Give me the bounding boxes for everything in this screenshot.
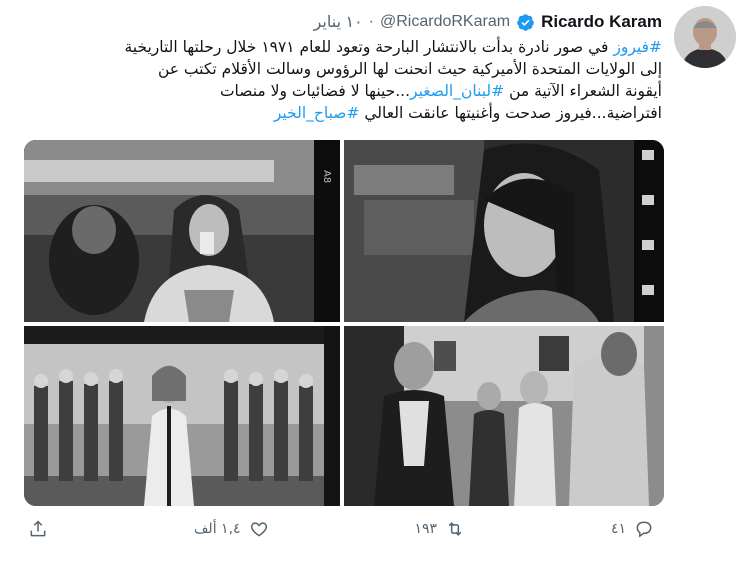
retweet-icon: [448, 522, 462, 536]
svg-text:A8: A8: [321, 170, 332, 183]
retweet-button[interactable]: ١٩٣: [414, 519, 465, 539]
like-icon: [250, 522, 267, 537]
avatar[interactable]: [674, 6, 736, 68]
like-button[interactable]: ١,٤ ألف: [194, 519, 269, 539]
hashtag-fairuz[interactable]: #فيروز: [613, 38, 662, 56]
tweet-text-segment: أيقونة الشعراء الآتية من: [504, 82, 662, 100]
tweet-header: Ricardo Karam @RicardoRKaram · ١٠ يناير: [314, 10, 662, 34]
hashtag-good-morning[interactable]: #صباح_الخير: [274, 104, 360, 122]
tweet-line-2: إلى الولايات المتحدة الأميركية حيث انحنت…: [22, 58, 662, 80]
verified-badge-icon: [517, 13, 534, 31]
retweet-count: ١٩٣: [414, 521, 438, 537]
reply-button[interactable]: ٤١: [611, 519, 654, 539]
reply-count: ٤١: [610, 521, 626, 537]
tweet-line-4: افتراضية...فيروز صدحت وأغنيتها عانقت الع…: [22, 102, 662, 124]
share-button[interactable]: [28, 519, 48, 539]
hashtag-little-lebanon[interactable]: #لبنان_الصغير: [410, 82, 504, 100]
share-icon: [30, 520, 46, 537]
tweet-actions: ٤١ ١٩٣ ١,٤ ألف: [24, 514, 664, 544]
media-grid: A8: [24, 140, 664, 506]
reply-icon: [636, 521, 652, 538]
tweet-line-1: #فيروز في صور نادرة بدأت بالانتشار البار…: [22, 36, 662, 58]
photo-singer-at-microphone-with-dancers[interactable]: [24, 326, 340, 506]
tweet-text: #فيروز في صور نادرة بدأت بالانتشار البار…: [22, 36, 662, 124]
tweet-text-segment: في صور نادرة بدأت بالانتشار البارحة وتعو…: [124, 38, 614, 56]
tweet-text-segment: إلى الولايات المتحدة الأميركية حيث انحنت…: [157, 60, 662, 78]
photo-woman-portrait-profile[interactable]: [344, 140, 664, 322]
user-name[interactable]: Ricardo Karam: [541, 12, 662, 32]
tweet-card: Ricardo Karam @RicardoRKaram · ١٠ يناير …: [0, 0, 750, 565]
tweet-date[interactable]: ١٠ يناير: [314, 12, 363, 32]
separator-dot: ·: [368, 13, 374, 30]
tweet-text-segment: افتراضية...فيروز صدحت وأغنيتها عانقت الع…: [359, 104, 662, 122]
tweet-line-3: أيقونة الشعراء الآتية من #لبنان_الصغير..…: [22, 80, 662, 102]
tweet-text-segment: ...حينها لا فضائيات ولا منصات: [219, 82, 411, 100]
photo-woman-drinking-glass[interactable]: A8: [24, 140, 340, 322]
like-count: ١,٤ ألف: [193, 521, 241, 537]
photo-group-reception-room[interactable]: [344, 326, 664, 506]
user-handle[interactable]: @RicardoRKaram: [380, 13, 510, 31]
avatar-image: [674, 6, 736, 68]
